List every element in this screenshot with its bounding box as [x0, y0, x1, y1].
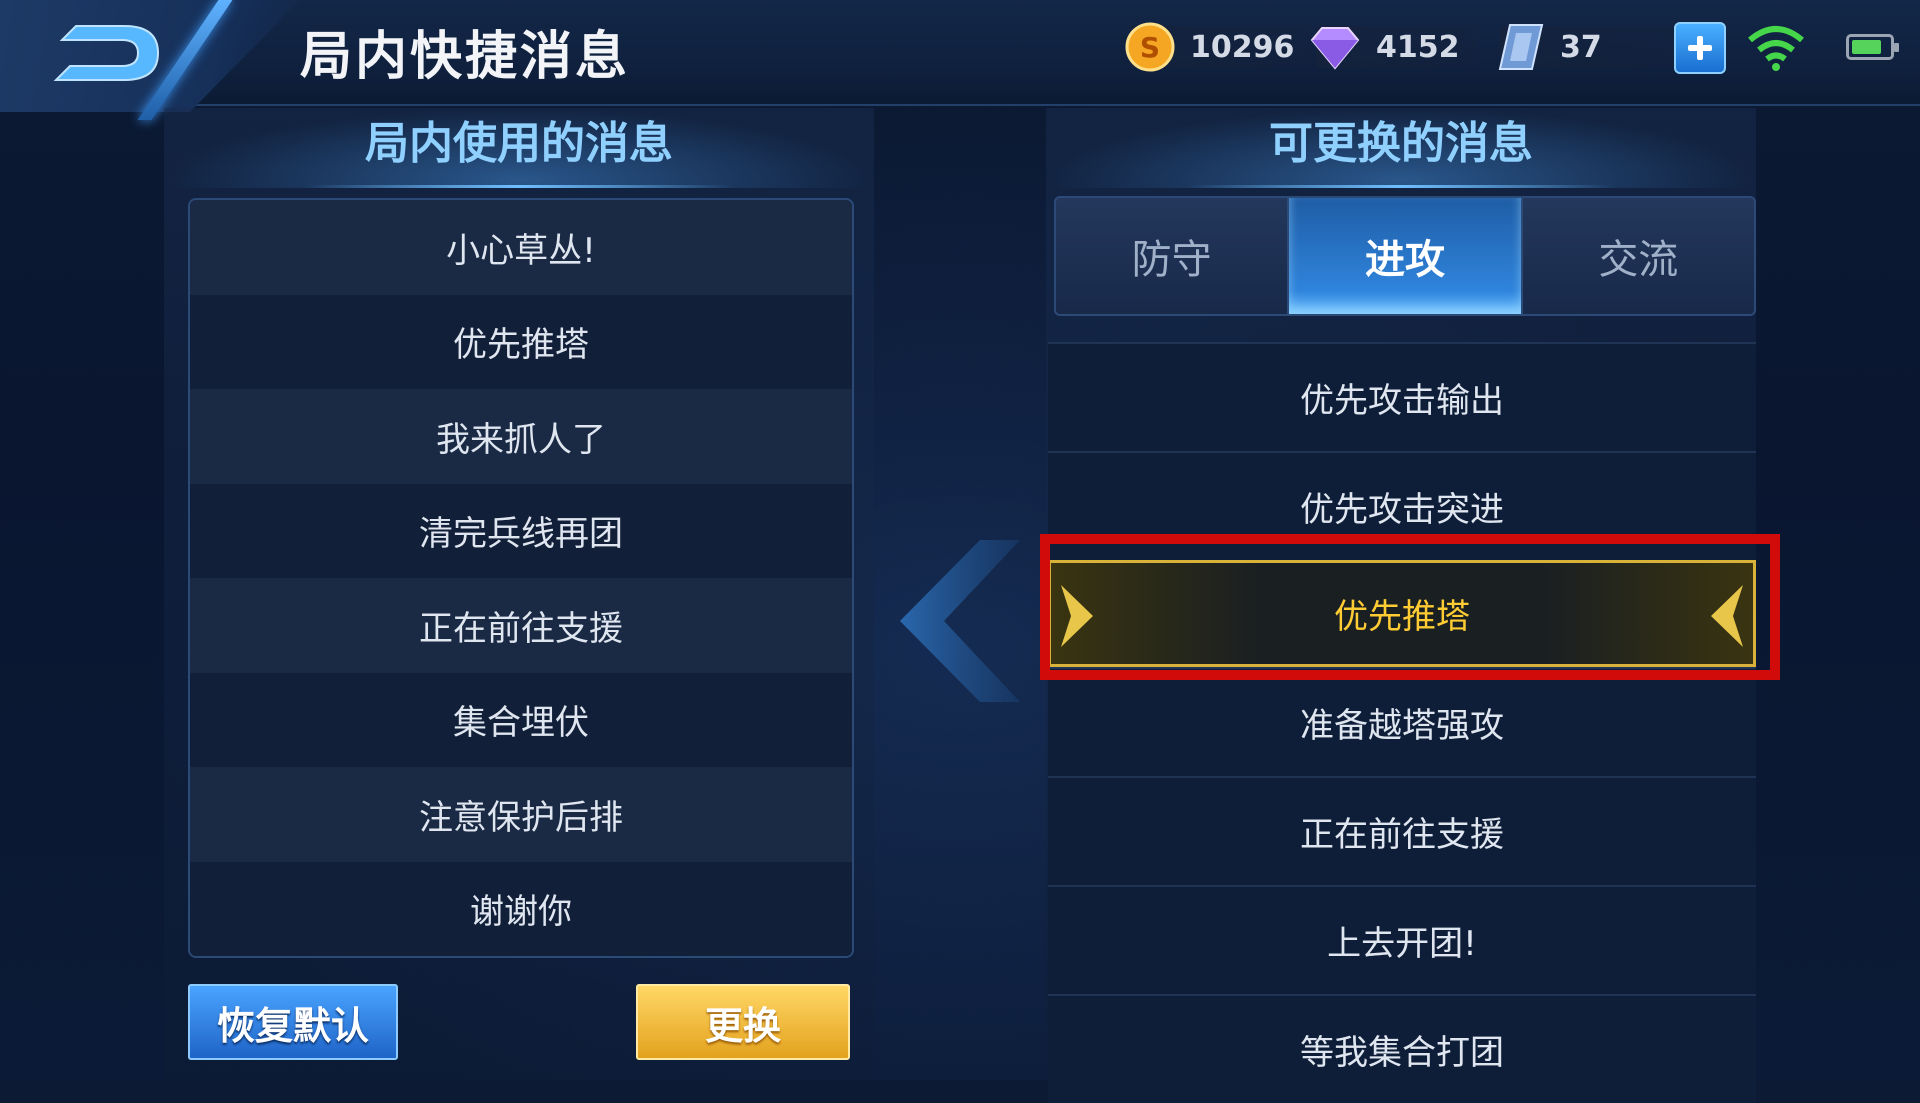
in-game-message-item[interactable]: 注意保护后排 — [190, 767, 852, 862]
tab-communication[interactable]: 交流 — [1522, 198, 1754, 314]
in-game-message-item[interactable]: 清完兵线再团 — [190, 483, 852, 578]
reset-default-button[interactable]: 恢复默认 — [188, 984, 398, 1060]
replaceable-message-item[interactable]: 等我集合打团 — [1048, 994, 1756, 1103]
coupon-crystal-icon — [1498, 24, 1544, 70]
replaceable-message-item[interactable]: 上去开团! — [1048, 885, 1756, 994]
diamond-icon — [1310, 27, 1360, 70]
back-arrow-icon — [53, 25, 160, 81]
in-game-message-item[interactable]: 集合埋伏 — [190, 672, 852, 767]
replaceable-message-item[interactable]: 优先攻击输出 — [1048, 342, 1756, 451]
replaceable-message-item[interactable]: 准备越塔强攻 — [1048, 667, 1756, 776]
coupon-counter: 37 — [1496, 20, 1688, 74]
swap-left-arrow-icon — [900, 540, 1020, 702]
battery-icon — [1846, 34, 1899, 60]
in-game-message-item[interactable]: 正在前往支援 — [190, 578, 852, 673]
diamond-counter: 4152 — [1308, 20, 1478, 74]
in-game-message-list: 小心草丛! 优先推塔 我来抓人了 清完兵线再团 正在前往支援 集合埋伏 注意保护… — [188, 198, 854, 958]
gold-coin-icon: S — [1125, 22, 1175, 72]
recharge-plus-button[interactable] — [1674, 22, 1726, 74]
replaceable-messages-title: 可更换的消息 — [1046, 108, 1756, 188]
in-game-message-item[interactable]: 小心草丛! — [190, 200, 852, 295]
in-game-message-item[interactable]: 谢谢你 — [190, 861, 852, 956]
replaceable-message-list: 优先攻击输出 优先攻击突进 优先推塔 准备越塔强攻 正在前往支援 上去开团! 等… — [1048, 342, 1756, 1103]
tab-defense[interactable]: 防守 — [1056, 198, 1290, 314]
replace-button[interactable]: 更换 — [636, 984, 850, 1060]
page-title: 局内快捷消息 — [300, 27, 631, 87]
battery-level — [1852, 40, 1881, 54]
in-game-messages-title: 局内使用的消息 — [164, 108, 874, 188]
gold-counter: S 10296 — [1124, 20, 1313, 74]
svg-text:S: S — [1140, 31, 1160, 64]
in-game-message-item[interactable]: 我来抓人了 — [190, 389, 852, 484]
in-game-message-item[interactable]: 优先推塔 — [190, 294, 852, 389]
selection-highlight-box — [1040, 534, 1780, 680]
replaceable-message-item[interactable]: 正在前往支援 — [1048, 776, 1756, 885]
tab-attack[interactable]: 进攻 — [1289, 198, 1523, 314]
wifi-icon — [1748, 26, 1804, 71]
category-tabs: 防守 进攻 交流 — [1054, 196, 1756, 316]
